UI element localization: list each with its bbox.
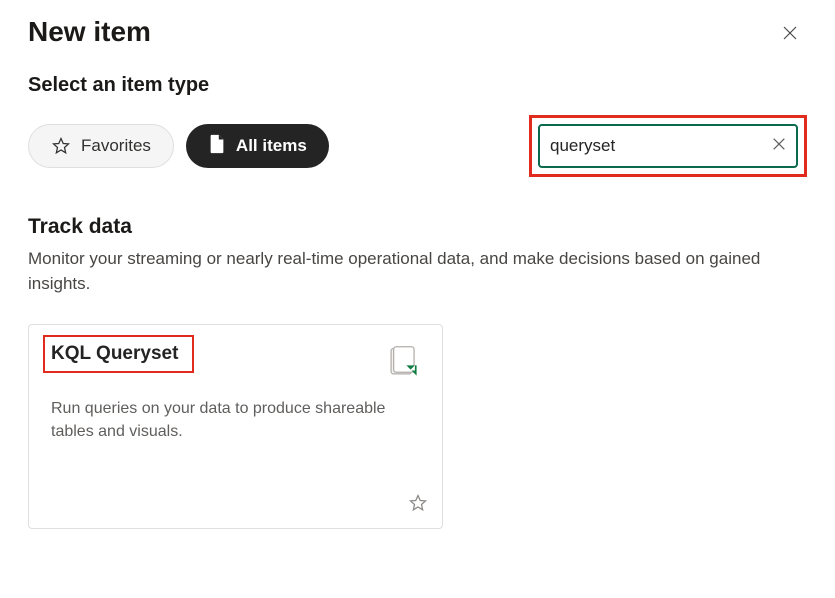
kql-queryset-icon bbox=[386, 345, 420, 384]
section-description: Monitor your streaming or nearly real-ti… bbox=[28, 247, 788, 296]
all-items-tab[interactable]: All items bbox=[186, 124, 329, 168]
clear-search-button[interactable] bbox=[771, 136, 787, 157]
kql-queryset-card[interactable]: KQL Queryset Run queries on your data to… bbox=[28, 324, 443, 529]
select-item-subtitle: Select an item type bbox=[28, 74, 807, 97]
page-title: New item bbox=[28, 16, 151, 48]
card-title: KQL Queryset bbox=[51, 343, 178, 364]
card-title-highlight: KQL Queryset bbox=[43, 335, 194, 373]
favorites-tab[interactable]: Favorites bbox=[28, 124, 174, 168]
close-button[interactable] bbox=[773, 20, 807, 52]
search-input[interactable] bbox=[550, 136, 771, 156]
search-box[interactable] bbox=[538, 124, 798, 168]
section-title: Track data bbox=[28, 215, 807, 239]
star-icon bbox=[408, 493, 428, 513]
star-icon bbox=[51, 136, 71, 156]
close-icon bbox=[771, 136, 787, 152]
all-items-label: All items bbox=[236, 136, 307, 156]
card-description: Run queries on your data to produce shar… bbox=[51, 398, 420, 443]
search-highlight-box bbox=[529, 115, 807, 177]
favorites-label: Favorites bbox=[81, 136, 151, 156]
file-icon bbox=[208, 134, 226, 159]
favorite-toggle-button[interactable] bbox=[408, 493, 428, 516]
close-icon bbox=[781, 24, 799, 42]
